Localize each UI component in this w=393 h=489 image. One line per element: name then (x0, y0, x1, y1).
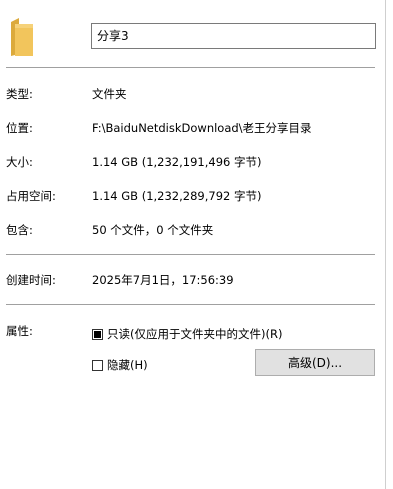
advanced-button[interactable]: 高级(D)... (255, 349, 375, 376)
location-value: F:\BaiduNetdiskDownload\老王分享目录 (92, 121, 312, 135)
readonly-checkbox-row[interactable]: 只读(仅应用于文件夹中的文件)(R) (92, 326, 282, 342)
created-label: 创建时间: (6, 273, 56, 287)
divider (6, 67, 375, 68)
readonly-checkbox[interactable] (92, 328, 103, 340)
disk-usage-label: 占用空间: (6, 189, 56, 203)
size-value: 1.14 GB (1,232,191,496 字节) (92, 155, 262, 169)
hidden-checkbox[interactable] (92, 359, 103, 371)
folder-icon (9, 16, 35, 58)
contains-label: 包含: (6, 223, 33, 237)
attributes-label: 属性: (6, 324, 33, 338)
hidden-checkbox-row[interactable]: 隐藏(H) (92, 357, 148, 373)
location-label: 位置: (6, 121, 33, 135)
type-label: 类型: (6, 87, 33, 101)
window-edge (385, 0, 386, 489)
hidden-checkbox-label: 隐藏(H) (107, 358, 148, 372)
folder-name-input[interactable]: 分享3 (91, 23, 376, 49)
created-value: 2025年7月1日，17:56:39 (92, 273, 234, 287)
size-label: 大小: (6, 155, 33, 169)
disk-usage-value: 1.14 GB (1,232,289,792 字节) (92, 189, 262, 203)
divider (6, 254, 375, 255)
divider (6, 304, 375, 305)
contains-value: 50 个文件，0 个文件夹 (92, 223, 214, 237)
readonly-checkbox-label: 只读(仅应用于文件夹中的文件)(R) (107, 327, 283, 341)
type-value: 文件夹 (92, 87, 127, 101)
